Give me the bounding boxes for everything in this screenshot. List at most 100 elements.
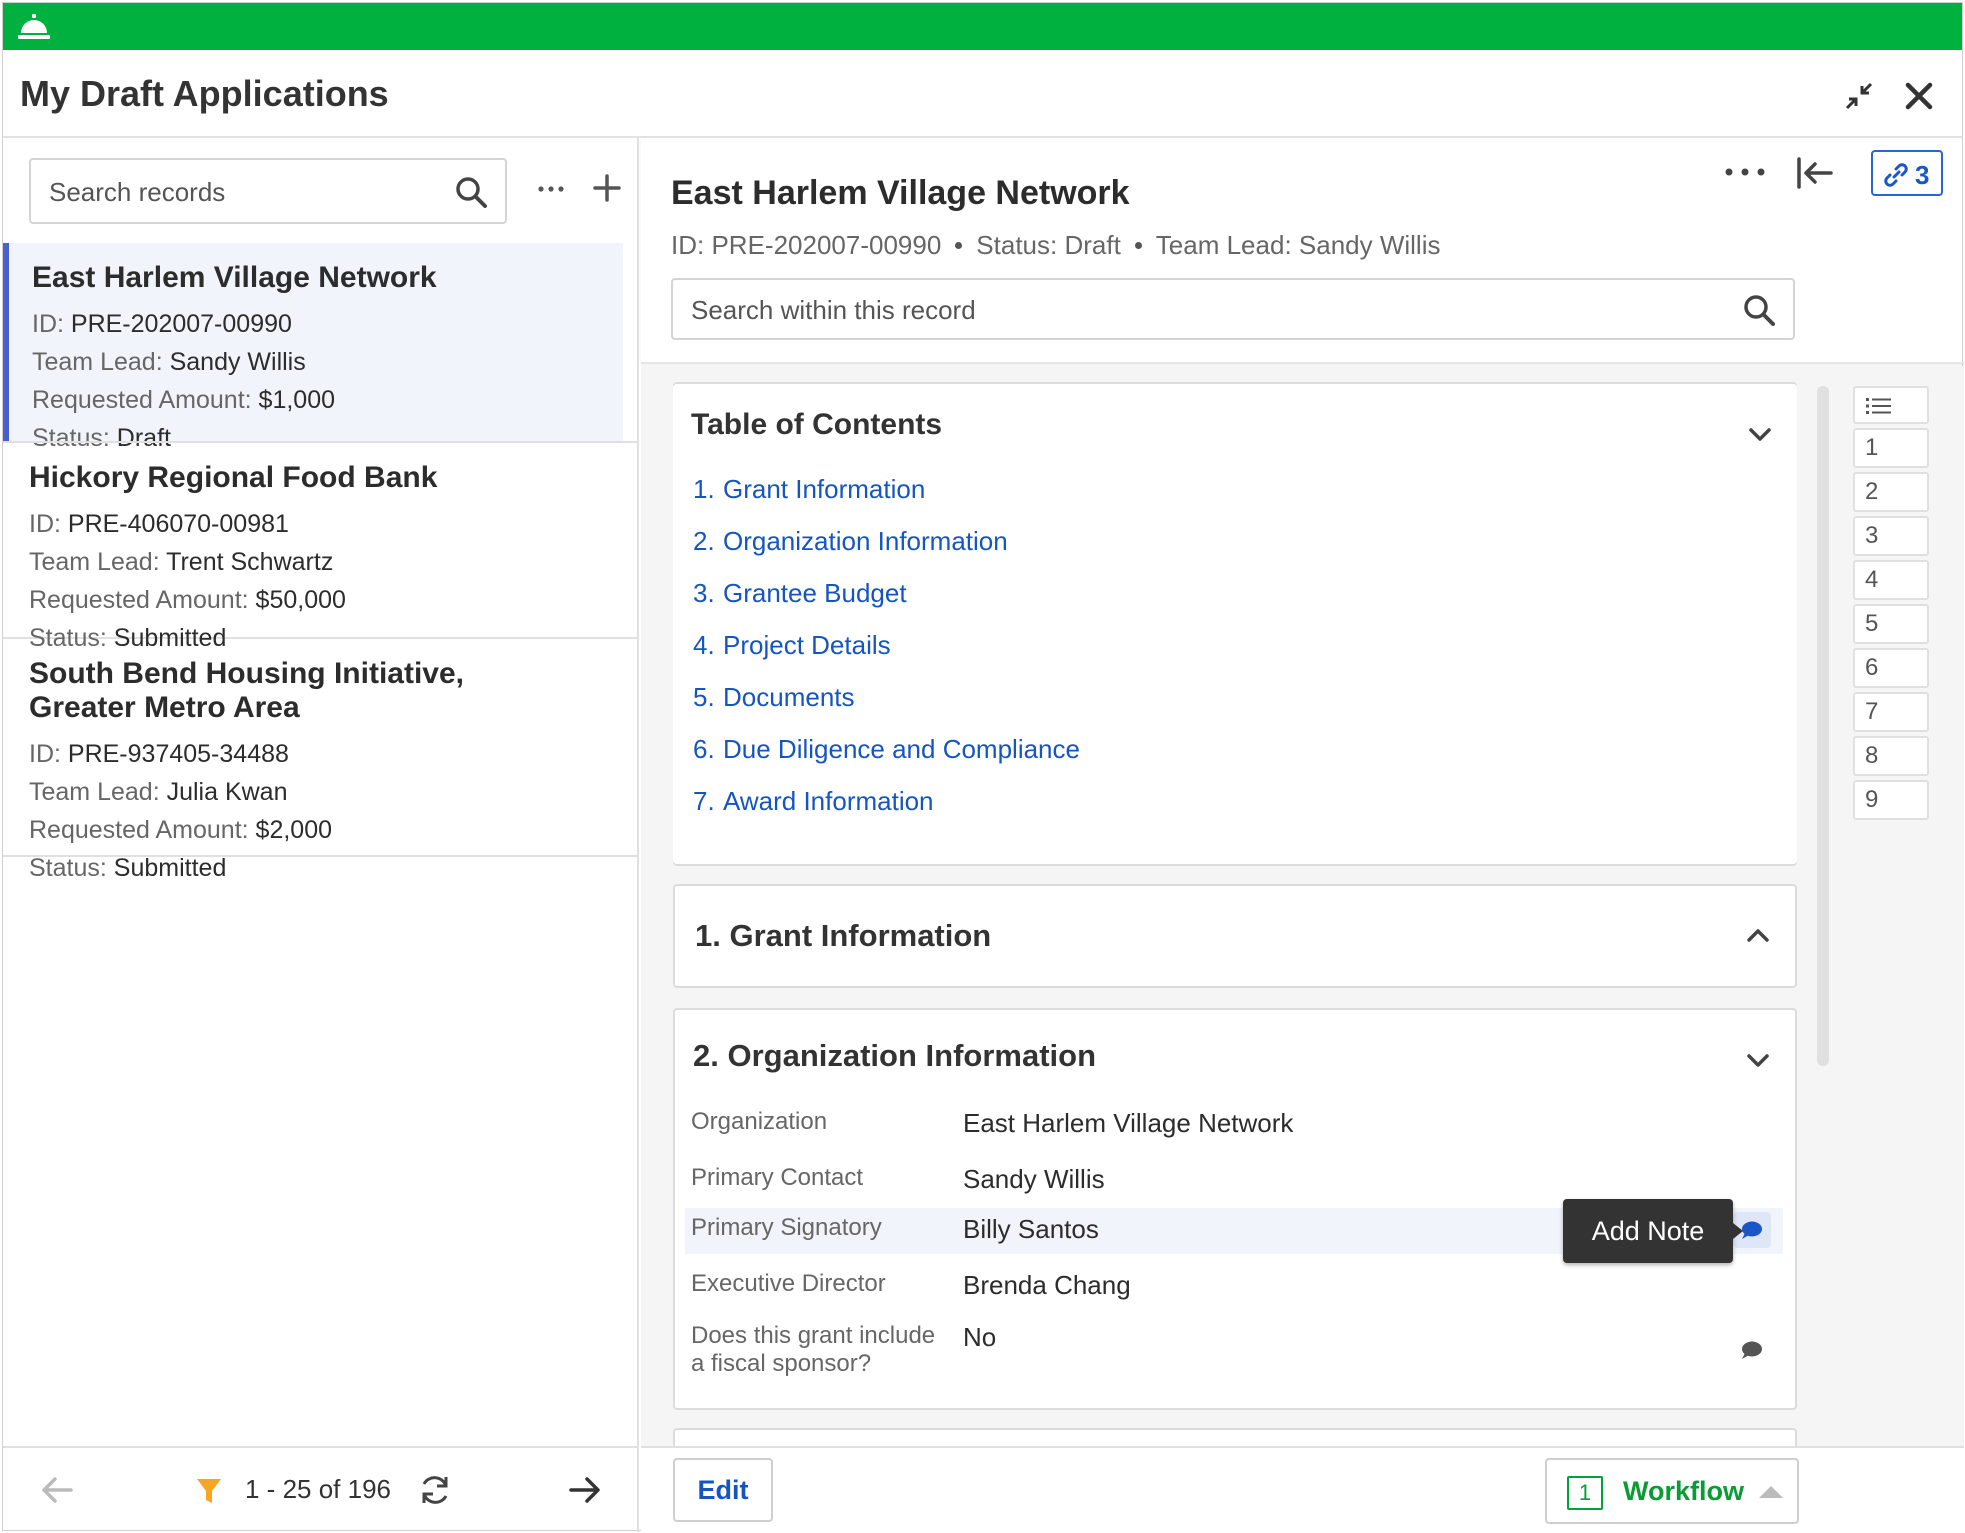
add-note-button[interactable]	[1733, 1332, 1771, 1368]
refresh-icon[interactable]	[417, 1472, 453, 1508]
field-label: Does this grant include a fiscal sponsor?	[691, 1322, 935, 1378]
record-id: ID: PRE-202007-00990	[32, 310, 292, 338]
field-value: Billy Santos	[963, 1214, 1099, 1244]
more-options-icon[interactable]	[533, 174, 569, 204]
toc-label: Project Details	[723, 630, 891, 660]
toc-link-grantee-budget[interactable]: 3. Grantee Budget	[693, 578, 907, 609]
toc-link-award-information[interactable]: 7. Award Information	[693, 786, 934, 817]
record-item[interactable]: Hickory Regional Food Bank ID: PRE-40607…	[3, 441, 639, 652]
field-organization: Organization East Harlem Village Network	[685, 1102, 1783, 1148]
app-window: My Draft Applications East Harlem Villag…	[2, 2, 1964, 1532]
record-name: East Harlem Village Network	[32, 261, 437, 294]
chevron-down-icon[interactable]	[1743, 1048, 1773, 1072]
field-executive-director: Executive Director Brenda Chang	[685, 1264, 1783, 1310]
record-status: Status: Submitted	[29, 854, 227, 882]
edit-button[interactable]: Edit	[673, 1458, 773, 1522]
toc-label: Grantee Budget	[723, 578, 907, 608]
toc-num: 5.	[693, 682, 715, 712]
record-content: Table of Contents 1. Grant Information 2.…	[641, 366, 1964, 1446]
title-bar: My Draft Applications	[3, 50, 1962, 138]
linked-records-button[interactable]: 3	[1871, 150, 1943, 196]
separator-dot	[955, 241, 963, 249]
section-list-button[interactable]	[1853, 386, 1929, 424]
add-record-icon[interactable]	[589, 170, 625, 206]
field-primary-contact: Primary Contact Sandy Willis	[685, 1158, 1783, 1204]
field-value: Brenda Chang	[963, 1270, 1131, 1300]
scrollbar-thumb[interactable]	[1817, 386, 1829, 1066]
field-fiscal-sponsor: Does this grant include a fiscal sponsor?…	[685, 1316, 1783, 1384]
toc-label: Documents	[723, 682, 855, 712]
record-search-input[interactable]	[691, 291, 1691, 329]
minimize-icon[interactable]	[1841, 78, 1877, 114]
record-detail-panel: East Harlem Village Network ID: PRE-2020…	[641, 138, 1964, 1532]
toc-title: Table of Contents	[691, 408, 943, 441]
section-nav-5[interactable]: 5	[1853, 604, 1929, 644]
toc-num: 4.	[693, 630, 715, 660]
toc-link-documents[interactable]: 5. Documents	[693, 682, 855, 713]
close-icon[interactable]	[1901, 78, 1937, 114]
toc-label: Due Diligence and Compliance	[723, 734, 1080, 764]
section-nav-7[interactable]: 7	[1853, 692, 1929, 732]
search-icon[interactable]	[1741, 292, 1777, 328]
record-meta: ID: PRE-202007-00990 Status: Draft Team Le…	[671, 230, 1440, 261]
field-value: East Harlem Village Network	[963, 1108, 1294, 1138]
toc-num: 1.	[693, 474, 715, 504]
pager-text: 1 - 25 of 196	[245, 1474, 391, 1504]
toc-label: Organization Information	[723, 526, 1008, 556]
record-amount: Requested Amount: $1,000	[32, 386, 336, 414]
section-nav-4[interactable]: 4	[1853, 560, 1929, 600]
toc-link-grant-information[interactable]: 1. Grant Information	[693, 474, 925, 505]
chevron-down-icon[interactable]	[1745, 422, 1775, 446]
more-options-icon[interactable]	[1721, 162, 1769, 182]
section-nav-9[interactable]: 9	[1853, 780, 1929, 820]
field-label: Primary Contact	[691, 1164, 864, 1191]
content-scrollbar[interactable]	[1817, 386, 1829, 1066]
field-label-line: Does this grant include	[691, 1322, 936, 1349]
records-pager: 1 - 25 of 196	[3, 1446, 639, 1532]
collapse-left-icon[interactable]	[1795, 156, 1835, 190]
record-id: ID: PRE-406070-00981	[29, 510, 289, 538]
workflow-button[interactable]: 1 Workflow	[1545, 1458, 1799, 1524]
records-search-input[interactable]	[49, 172, 449, 212]
search-icon[interactable]	[453, 174, 489, 210]
meta-id: ID: PRE-202007-00990	[671, 230, 942, 260]
top-bar	[3, 3, 1962, 50]
section-title: 1. Grant Information	[695, 918, 992, 953]
meta-team-lead: Team Lead: Sandy Willis	[1155, 230, 1441, 260]
list-icon	[1866, 398, 1891, 414]
record-item[interactable]: East Harlem Village Network ID: PRE-2020…	[3, 243, 623, 452]
next-page-icon[interactable]	[565, 1472, 605, 1508]
toc-link-due-diligence[interactable]: 6. Due Diligence and Compliance	[693, 734, 1080, 765]
section-title: 2. Organization Information	[693, 1038, 1097, 1073]
section-nav-6[interactable]: 6	[1853, 648, 1929, 688]
section-grant-information[interactable]: 1. Grant Information	[673, 884, 1797, 988]
page-title: My Draft Applications	[20, 73, 389, 114]
section-nav-8[interactable]: 8	[1853, 736, 1929, 776]
separator-dot	[1134, 241, 1142, 249]
field-label-line: a fiscal sponsor?	[691, 1350, 872, 1377]
toc-link-project-details[interactable]: 4. Project Details	[693, 630, 891, 661]
link-count: 3	[1915, 160, 1930, 190]
section-nav-2[interactable]: 2	[1853, 472, 1929, 512]
toc-num: 6.	[693, 734, 715, 764]
record-header: East Harlem Village Network ID: PRE-2020…	[641, 138, 1964, 364]
section-nav-1[interactable]: 1	[1853, 428, 1929, 468]
link-icon	[1884, 163, 1908, 187]
field-label: Executive Director	[691, 1270, 886, 1297]
section-nav-3[interactable]: 3	[1853, 516, 1929, 556]
record-amount: Requested Amount: $50,000	[29, 586, 346, 614]
toc-num: 3.	[693, 578, 715, 608]
previous-page-icon[interactable]	[37, 1472, 77, 1508]
field-value: Sandy Willis	[963, 1164, 1105, 1194]
toc-link-organization-information[interactable]: 2. Organization Information	[693, 526, 1008, 557]
record-title: East Harlem Village Network	[671, 174, 1130, 212]
service-bell-icon[interactable]	[17, 13, 51, 41]
comment-icon	[1742, 1341, 1762, 1359]
record-footer: Edit 1 Workflow	[641, 1446, 1964, 1532]
toc-card-body: 6. Due Diligence and Compliance 7. Award I…	[673, 384, 1797, 864]
records-panel: East Harlem Village Network ID: PRE-2020…	[3, 138, 639, 1532]
record-item[interactable]: South Bend Housing Initiative, Greater M…	[3, 639, 639, 882]
chevron-up-icon[interactable]	[1743, 924, 1773, 948]
filter-icon[interactable]	[195, 1476, 223, 1506]
records-search	[29, 158, 507, 224]
